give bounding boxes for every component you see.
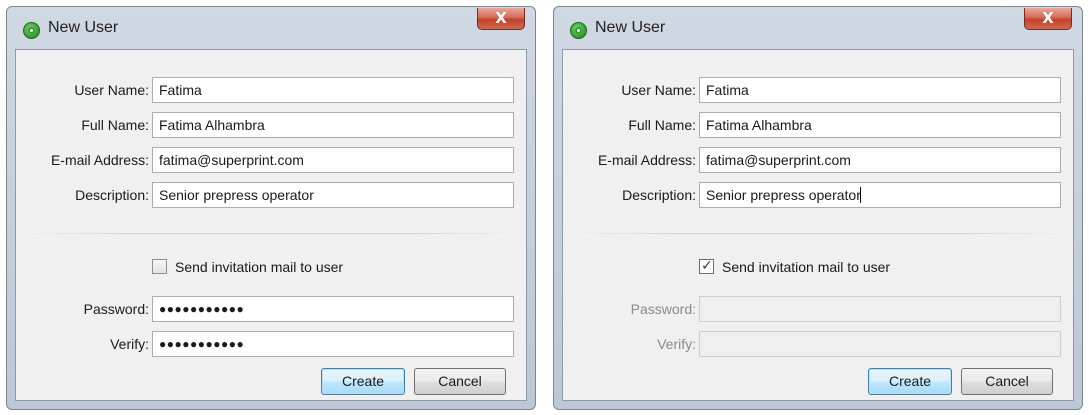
email-input[interactable]: fatima@superprint.com bbox=[699, 147, 1061, 173]
verify-label: Verify: bbox=[657, 336, 696, 352]
user-name-row: User Name: Fatima bbox=[563, 77, 1073, 103]
send-invitation-label[interactable]: Send invitation mail to user bbox=[722, 259, 890, 275]
title-bar[interactable]: New User X bbox=[7, 7, 535, 49]
user-name-row: User Name: Fatima bbox=[16, 77, 526, 103]
password-row: Password: ●●●●●●●●●●● bbox=[16, 296, 526, 322]
create-button[interactable]: Create bbox=[321, 368, 405, 395]
verify-input bbox=[699, 331, 1061, 357]
new-user-dialog: New User X User Name: Fatima Full Name: … bbox=[6, 6, 536, 410]
full-name-label: Full Name: bbox=[628, 117, 696, 133]
close-icon: X bbox=[1042, 9, 1054, 27]
close-icon: X bbox=[495, 9, 507, 27]
full-name-input[interactable]: Fatima Alhambra bbox=[699, 112, 1061, 138]
password-input bbox=[699, 296, 1061, 322]
verify-input[interactable]: ●●●●●●●●●●● bbox=[152, 331, 514, 357]
description-value: Senior prepress operator bbox=[706, 187, 861, 203]
full-name-input[interactable]: Fatima Alhambra bbox=[152, 112, 514, 138]
close-button[interactable]: X bbox=[1024, 8, 1072, 30]
password-label: Password: bbox=[83, 301, 149, 317]
user-name-input[interactable]: Fatima bbox=[699, 77, 1061, 103]
window-title: New User bbox=[595, 19, 666, 36]
user-name-input[interactable]: Fatima bbox=[152, 77, 514, 103]
full-name-row: Full Name: Fatima Alhambra bbox=[563, 112, 1073, 138]
password-row: Password: bbox=[563, 296, 1073, 322]
send-invitation-row: Send invitation mail to user bbox=[16, 256, 526, 278]
separator bbox=[24, 233, 518, 234]
form-panel: User Name: Fatima Full Name: Fatima Alha… bbox=[15, 49, 527, 401]
checkmark-icon: ✓ bbox=[701, 258, 713, 274]
title-bar[interactable]: New User X bbox=[554, 7, 1082, 49]
text-caret bbox=[859, 187, 861, 203]
verify-row: Verify: ●●●●●●●●●●● bbox=[16, 331, 526, 357]
email-input[interactable]: fatima@superprint.com bbox=[152, 147, 514, 173]
full-name-label: Full Name: bbox=[81, 117, 149, 133]
email-row: E-mail Address: fatima@superprint.com bbox=[16, 147, 526, 173]
email-label: E-mail Address: bbox=[50, 152, 149, 168]
app-icon bbox=[23, 22, 40, 39]
description-row: Description: Senior prepress operator bbox=[16, 182, 526, 208]
send-invitation-row: ✓ Send invitation mail to user bbox=[563, 256, 1073, 278]
email-row: E-mail Address: fatima@superprint.com bbox=[563, 147, 1073, 173]
password-label: Password: bbox=[630, 301, 696, 317]
cancel-button[interactable]: Cancel bbox=[961, 368, 1053, 395]
window-title: New User bbox=[48, 19, 119, 36]
send-invitation-label[interactable]: Send invitation mail to user bbox=[175, 259, 343, 275]
full-name-row: Full Name: Fatima Alhambra bbox=[16, 112, 526, 138]
app-icon bbox=[570, 22, 587, 39]
send-invitation-checkbox[interactable]: ✓ bbox=[699, 258, 714, 274]
verify-label: Verify: bbox=[110, 336, 149, 352]
cancel-button[interactable]: Cancel bbox=[414, 368, 506, 395]
description-label: Description: bbox=[75, 187, 149, 203]
user-name-label: User Name: bbox=[74, 82, 149, 98]
description-input[interactable]: Senior prepress operator bbox=[152, 182, 514, 208]
separator bbox=[571, 233, 1065, 234]
password-input[interactable]: ●●●●●●●●●●● bbox=[152, 296, 514, 322]
create-button[interactable]: Create bbox=[868, 368, 952, 395]
send-invitation-checkbox[interactable] bbox=[152, 259, 167, 274]
new-user-dialog: New User X User Name: Fatima Full Name: … bbox=[553, 6, 1083, 410]
description-row: Description: Senior prepress operator bbox=[563, 182, 1073, 208]
verify-row: Verify: bbox=[563, 331, 1073, 357]
user-name-label: User Name: bbox=[621, 82, 696, 98]
close-button[interactable]: X bbox=[477, 8, 525, 30]
email-label: E-mail Address: bbox=[597, 152, 696, 168]
form-panel: User Name: Fatima Full Name: Fatima Alha… bbox=[562, 49, 1074, 401]
description-label: Description: bbox=[622, 187, 696, 203]
description-input[interactable]: Senior prepress operator bbox=[699, 182, 1061, 208]
